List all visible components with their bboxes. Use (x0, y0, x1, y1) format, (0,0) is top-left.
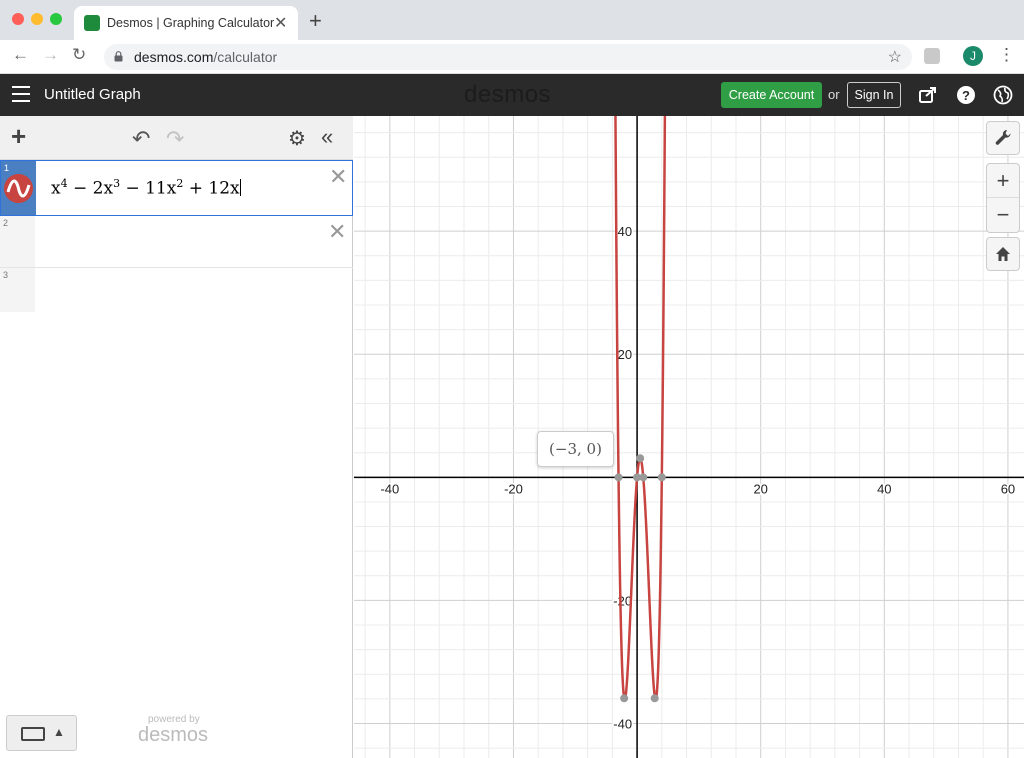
profile-avatar[interactable]: J (963, 46, 983, 66)
home-icon (996, 247, 1010, 261)
text-cursor (239, 178, 241, 196)
y-tick-label: 20 (618, 347, 632, 362)
expression-formula[interactable]: x4 − 2x3 − 11x2 + 12x (51, 177, 241, 199)
x-tick-label: 20 (753, 481, 767, 496)
reload-icon[interactable]: ↻ (72, 45, 86, 65)
lock-icon (114, 51, 123, 62)
expression-toolbar: + ↶ ↷ ⚙ « (0, 116, 353, 160)
point-of-interest (650, 694, 659, 703)
extension-icon[interactable] (924, 48, 940, 64)
y-tick-label: -20 (613, 593, 632, 608)
new-tab-button[interactable]: + (309, 8, 322, 34)
x-tick-label: 40 (877, 481, 891, 496)
formula-term: + 12x (183, 178, 240, 199)
menu-icon[interactable] (12, 86, 30, 102)
tab-close-icon[interactable]: ✕ (274, 13, 287, 33)
gear-icon[interactable]: ⚙ (288, 126, 306, 151)
forward-arrow-icon[interactable]: → (42, 45, 59, 65)
sign-in-button[interactable]: Sign In (847, 82, 901, 108)
url-host: desmos.com (134, 49, 214, 65)
y-tick-label: -40 (613, 717, 632, 732)
point-of-interest (636, 454, 645, 463)
formula-exponent: 3 (113, 177, 121, 190)
function-curve (614, 116, 667, 701)
or-label: or (828, 87, 840, 102)
graph-paper[interactable]: -40 -20 20 40 60 -40 -20 20 40 (354, 116, 1024, 758)
x-tick-label: 60 (1001, 481, 1015, 496)
powered-by-logo: desmos (138, 724, 209, 746)
x-tick-label: -20 (504, 481, 523, 496)
expression-number: 1 (4, 163, 10, 173)
expression-panel: + ↶ ↷ ⚙ « 1 x4 − 2x3 − 11x2 + 12x ✕ 2 ✕ … (0, 116, 353, 758)
browser-tab[interactable]: Desmos | Graphing Calculator ✕ (74, 6, 298, 40)
formula-exponent: 4 (60, 177, 68, 190)
globe-icon[interactable] (993, 85, 1013, 105)
expression-number: 2 (3, 218, 9, 228)
browser-toolbar: ← → ↻ desmos.com/calculator ☆ J ⋮ (0, 40, 1024, 74)
browser-menu-icon[interactable]: ⋮ (998, 45, 1015, 65)
address-bar[interactable]: desmos.com/calculator ☆ (104, 44, 912, 70)
close-window-button[interactable] (12, 13, 24, 25)
expression-number: 3 (3, 270, 9, 280)
graph-settings-button[interactable] (986, 121, 1020, 155)
maximize-window-button[interactable] (50, 13, 62, 25)
point-of-interest (639, 473, 648, 482)
keyboard-icon (21, 727, 45, 741)
point-of-interest (614, 473, 623, 482)
create-account-button[interactable]: Create Account (721, 82, 822, 108)
svg-text:?: ? (962, 88, 970, 103)
back-arrow-icon[interactable]: ← (12, 45, 29, 65)
desmos-logo: desmos (464, 81, 552, 108)
minimize-window-button[interactable] (31, 13, 43, 25)
browser-tab-bar: Desmos | Graphing Calculator ✕ + (0, 0, 1024, 40)
expression-row-3[interactable]: 3 (0, 268, 353, 312)
collapse-panel-icon[interactable]: « (321, 124, 333, 150)
add-item-icon[interactable]: + (11, 123, 26, 149)
delete-expression-icon[interactable]: ✕ (328, 219, 346, 245)
point-of-interest (657, 473, 666, 482)
zoom-controls: + − (986, 163, 1020, 233)
zoom-out-button[interactable]: − (987, 198, 1019, 232)
bookmark-star-icon[interactable]: ☆ (888, 47, 902, 67)
default-view-button[interactable] (986, 237, 1020, 271)
delete-expression-icon[interactable]: ✕ (329, 164, 347, 190)
url-path: /calculator (213, 49, 278, 65)
graph-title[interactable]: Untitled Graph (44, 86, 141, 103)
share-icon[interactable] (918, 85, 938, 105)
y-tick-label: 40 (618, 224, 632, 239)
help-icon[interactable]: ? (956, 85, 976, 105)
formula-term: − 2x (67, 178, 114, 199)
formula-term: − 11x (120, 178, 177, 199)
caret-up-icon: ▲ (53, 725, 65, 739)
expression-gutter: 3 (0, 268, 35, 312)
formula-term: x (51, 178, 61, 199)
redo-icon[interactable]: ↷ (166, 126, 184, 152)
desmos-header: Untitled Graph desmos Create Account or … (0, 74, 1024, 116)
wrench-icon (995, 129, 1011, 145)
desmos-favicon-icon (84, 15, 100, 31)
x-tick-label: -40 (380, 481, 399, 496)
graph-canvas[interactable]: -40 -20 20 40 60 -40 -20 20 40 (354, 116, 1024, 758)
tab-title: Desmos | Graphing Calculator (107, 16, 275, 30)
url-text: desmos.com/calculator (134, 49, 277, 65)
point-coordinate-tooltip: (−3, 0) (537, 431, 614, 467)
undo-icon[interactable]: ↶ (132, 126, 150, 152)
expression-gutter: 1 (1, 161, 36, 215)
zoom-in-button[interactable]: + (987, 164, 1019, 198)
expression-gutter: 2 (0, 216, 35, 267)
expression-row-2[interactable]: 2 ✕ (0, 216, 353, 268)
curve-color-icon[interactable] (4, 174, 33, 203)
expression-row-1[interactable]: 1 x4 − 2x3 − 11x2 + 12x ✕ (0, 160, 353, 216)
keyboard-toggle-button[interactable]: ▲ (6, 715, 77, 751)
point-of-interest (620, 694, 629, 703)
